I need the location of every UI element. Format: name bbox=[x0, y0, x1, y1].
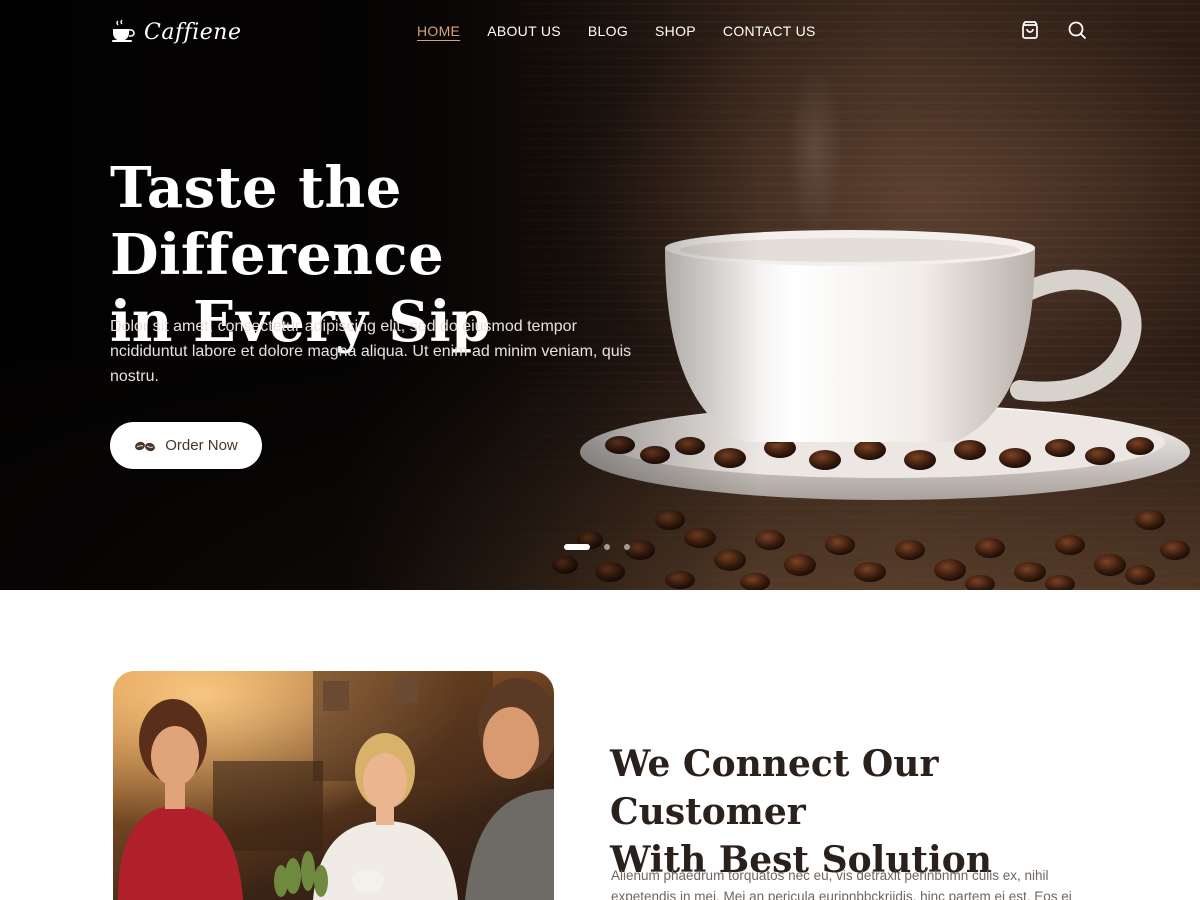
slide-dot-3[interactable] bbox=[624, 544, 630, 550]
header-actions bbox=[1019, 19, 1088, 41]
slide-dot-2[interactable] bbox=[604, 544, 610, 550]
coffee-cup-icon bbox=[112, 19, 135, 42]
about-section-text: Alienum phaedrum torquatos nec eu, vis d… bbox=[611, 868, 1072, 900]
hero-description: Dolor sit amet, consectetur adipiscing e… bbox=[110, 318, 632, 385]
shopping-bag-icon[interactable] bbox=[1019, 19, 1041, 41]
nav-item-about-us[interactable]: ABOUT US bbox=[487, 23, 561, 39]
cafe-people-illustration bbox=[113, 671, 554, 900]
main-navigation: HOME ABOUT US BLOG SHOP CONTACT US bbox=[417, 23, 816, 39]
nav-item-blog[interactable]: BLOG bbox=[588, 23, 628, 39]
about-title-line-1: We Connect Our Customer bbox=[610, 743, 939, 833]
nav-item-home[interactable]: HOME bbox=[417, 23, 460, 39]
nav-item-contact-us[interactable]: CONTACT US bbox=[723, 23, 816, 39]
brand-name: Caffiene bbox=[144, 19, 242, 45]
hero-title-line-1: Taste the Difference bbox=[110, 155, 445, 288]
brand-logo[interactable]: Caffiene bbox=[110, 16, 241, 48]
nav-item-shop[interactable]: SHOP bbox=[655, 23, 696, 39]
order-now-button[interactable]: Order Now bbox=[110, 422, 262, 469]
about-section-title: We Connect Our Customer With Best Soluti… bbox=[610, 740, 1130, 884]
order-now-label: Order Now bbox=[165, 437, 238, 454]
slider-pagination bbox=[564, 544, 630, 550]
search-icon[interactable] bbox=[1066, 19, 1088, 41]
slide-dot-1[interactable] bbox=[564, 544, 590, 550]
coffee-beans-icon bbox=[135, 441, 156, 451]
customers-cafe-photo bbox=[113, 671, 554, 900]
